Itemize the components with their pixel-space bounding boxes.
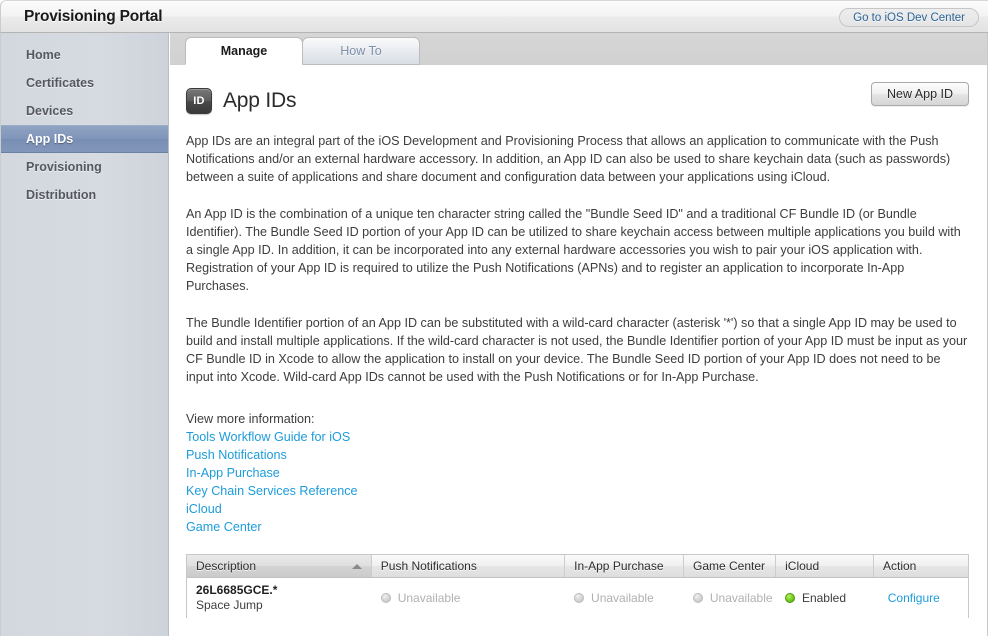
- column-header-label: Description: [196, 559, 257, 574]
- sidebar-item-label: App IDs: [26, 132, 74, 146]
- cell-in-app-purchase: Unavailable: [565, 578, 684, 618]
- sidebar-item-label: Distribution: [26, 188, 97, 202]
- table-body: 26L6685GCE.* Space Jump Unavailable Unavail…: [187, 578, 968, 619]
- status-label: Unavailable: [591, 591, 654, 606]
- provisioning-portal-window: Provisioning Portal Go to iOS Dev Center…: [0, 0, 988, 636]
- column-header-action[interactable]: Action: [874, 555, 968, 577]
- column-header-icloud[interactable]: iCloud: [776, 555, 874, 578]
- sidebar-item-distribution[interactable]: Distribution: [1, 181, 168, 209]
- cell-icloud: Enabled: [776, 578, 874, 618]
- title-bar: Provisioning Portal Go to iOS Dev Center: [0, 0, 988, 33]
- table-row[interactable]: 26L6685GCE.* Space Jump Unavailable Unavail…: [187, 578, 968, 619]
- sidebar-item-label: Certificates: [26, 76, 95, 90]
- status-label: Unavailable: [709, 591, 773, 606]
- status-label: Unavailable: [397, 591, 461, 606]
- sidebar-item-home[interactable]: Home: [1, 41, 168, 69]
- app-id-bundle: 26L6685GCE.*: [196, 583, 278, 598]
- tab-list: Manage How To: [185, 37, 420, 65]
- paragraph-3: The Bundle Identifier portion of an App …: [186, 315, 968, 385]
- cell-push-notifications: Unavailable: [372, 578, 565, 618]
- column-header-in-app-purchase[interactable]: In-App Purchase: [565, 555, 684, 578]
- manage-panel: ID App IDs New App ID App IDs are an int…: [170, 82, 987, 619]
- more-information-label: View more information:: [186, 412, 315, 427]
- column-header-label: In-App Purchase: [574, 559, 664, 574]
- section-title: App IDs: [223, 89, 297, 112]
- page-title: Provisioning Portal: [24, 7, 163, 25]
- column-header-label: Action: [882, 559, 917, 574]
- link-game-center[interactable]: Game Center: [186, 518, 262, 536]
- id-icon: ID: [186, 88, 212, 114]
- sidebar: Home Certificates Devices App IDs Provisioni…: [0, 33, 169, 636]
- cell-action: Configure: [874, 578, 968, 618]
- link-icloud[interactable]: iCloud: [186, 500, 222, 518]
- configure-link[interactable]: Configure: [888, 591, 940, 605]
- column-header-label: Game Center: [693, 559, 766, 574]
- new-app-id-button[interactable]: New App ID: [870, 82, 969, 106]
- column-header-label: iCloud: [785, 559, 820, 574]
- sidebar-item-label: Devices: [26, 104, 74, 118]
- sidebar-item-provisioning[interactable]: Provisioning: [1, 153, 168, 181]
- link-push-notifications[interactable]: Push Notifications: [186, 446, 287, 464]
- column-header-game-center[interactable]: Game Center: [684, 555, 777, 578]
- tab-how-to[interactable]: How To: [302, 37, 420, 65]
- status-badge: Unavailable: [380, 591, 461, 606]
- tab-strip: Manage How To: [170, 33, 987, 65]
- description-paragraphs: App IDs are an integral part of the iOS …: [186, 132, 969, 386]
- status-enabled-icon: [784, 593, 795, 604]
- paragraph-1: App IDs are an integral part of the iOS …: [186, 134, 951, 185]
- column-header-label: Push Notifications: [380, 559, 477, 574]
- sidebar-item-devices[interactable]: Devices: [1, 97, 168, 125]
- table-header-row: Description Push Notifications In-App Purc…: [187, 555, 968, 579]
- cell-description: 26L6685GCE.* Space Jump: [187, 578, 372, 618]
- app-ids-table: Description Push Notifications In-App Purc…: [186, 554, 969, 619]
- sidebar-item-label: Provisioning: [26, 160, 102, 174]
- app-id-name: Space Jump: [196, 598, 263, 613]
- content-area: Manage How To ID App IDs New App ID App I…: [170, 33, 988, 636]
- link-tools-workflow-guide-for-ios[interactable]: Tools Workflow Guide for iOS: [186, 428, 350, 446]
- cell-game-center: Unavailable: [684, 578, 776, 618]
- sidebar-item-label: Home: [26, 48, 61, 62]
- status-unavailable-icon: [380, 593, 391, 604]
- column-header-description[interactable]: Description: [187, 555, 372, 578]
- sidebar-item-app-ids[interactable]: App IDs: [1, 125, 168, 153]
- status-badge: Enabled: [784, 591, 846, 606]
- status-label: Enabled: [801, 591, 846, 606]
- paragraph-2: An App ID is the combination of a unique…: [186, 206, 961, 294]
- status-unavailable-icon: [574, 593, 585, 604]
- status-badge: Unavailable: [574, 591, 654, 605]
- link-key-chain-services-reference[interactable]: Key Chain Services Reference: [186, 482, 358, 500]
- sort-ascending-icon: [351, 563, 362, 569]
- page-header: ID App IDs New App ID: [186, 82, 969, 114]
- go-to-ios-dev-center-button[interactable]: Go to iOS Dev Center: [839, 8, 979, 27]
- reference-links: Tools Workflow Guide for iOS Push Notific…: [186, 428, 969, 536]
- status-badge: Unavailable: [692, 591, 773, 606]
- tab-manage[interactable]: Manage: [185, 37, 303, 65]
- column-header-push-notifications[interactable]: Push Notifications: [372, 555, 566, 578]
- more-information-block: View more information: Tools Workflow Gu…: [186, 410, 969, 536]
- link-in-app-purchase[interactable]: In-App Purchase: [186, 464, 280, 482]
- sidebar-item-certificates[interactable]: Certificates: [1, 69, 168, 97]
- status-unavailable-icon: [692, 593, 703, 604]
